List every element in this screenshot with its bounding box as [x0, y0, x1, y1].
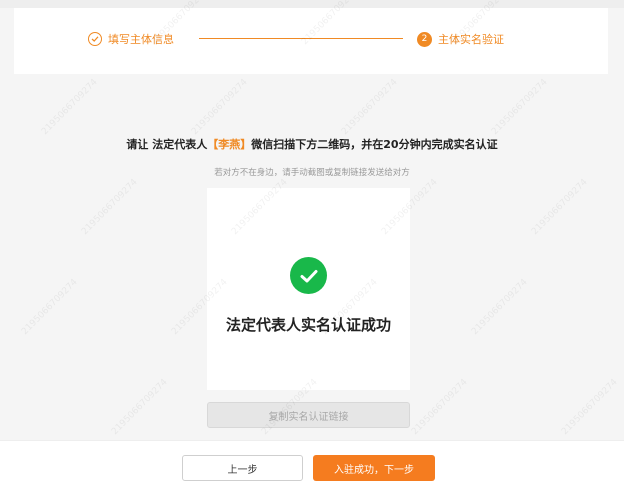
- check-icon: [88, 32, 102, 46]
- prev-step-button[interactable]: 上一步: [182, 455, 303, 481]
- success-check-icon: [290, 257, 327, 294]
- instruction-prefix: 请让 法定代表人: [126, 138, 208, 151]
- top-bar: [0, 0, 624, 8]
- step-2-label: 主体实名验证: [438, 33, 504, 46]
- representative-name: 【李燕】: [207, 138, 252, 151]
- success-message: 法定代表人实名认证成功: [225, 316, 391, 334]
- step-connector: [199, 38, 403, 39]
- step-1-label: 填写主体信息: [108, 33, 174, 46]
- instruction-text: 请让 法定代表人【李燕】微信扫描下方二维码，并在20分钟内完成实名认证: [0, 136, 624, 152]
- next-step-button[interactable]: 入驻成功，下一步: [313, 455, 435, 481]
- footer-bar: [0, 440, 624, 494]
- step-1: 填写主体信息: [88, 31, 174, 47]
- instruction-suffix: 微信扫描下方二维码，并在20分钟内完成实名认证: [251, 138, 498, 151]
- hint-text: 若对方不在身边，请手动截图或复制链接发送给对方: [214, 168, 410, 178]
- step-2: 2 主体实名验证: [417, 31, 504, 47]
- copy-link-button[interactable]: 复制实名认证链接: [207, 402, 410, 428]
- step-2-number: 2: [417, 31, 432, 47]
